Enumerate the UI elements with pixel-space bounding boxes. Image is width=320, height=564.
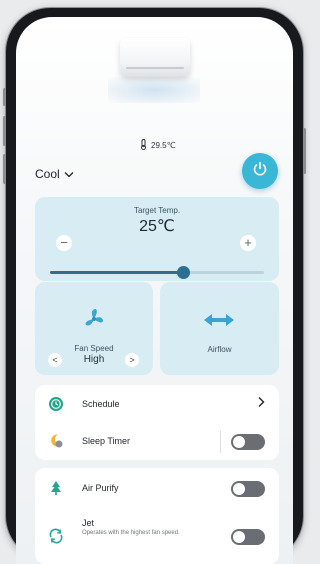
- fan-speed-tile[interactable]: Fan Speed High < >: [35, 282, 153, 375]
- air-purify-icon: [48, 480, 64, 496]
- minus-icon: −: [60, 235, 68, 250]
- jet-label: Jet: [82, 518, 95, 528]
- chevron-down-icon: [64, 167, 74, 181]
- jet-toggle[interactable]: [231, 529, 265, 545]
- jet-description: Operates with the highest fan speed.: [82, 530, 180, 536]
- chevron-left-icon: <: [52, 355, 58, 365]
- increase-temp-button[interactable]: +: [240, 235, 256, 251]
- sleep-timer-label: Sleep Timer: [82, 436, 131, 446]
- side-button-volume-up: [3, 116, 6, 146]
- jet-row: Jet Operates with the highest fan speed.: [35, 512, 279, 562]
- target-temp-value: 25℃: [139, 218, 175, 235]
- schedule-clock-icon: [48, 396, 64, 412]
- schedule-sleep-card: Schedule Sleep Timer: [35, 385, 279, 460]
- side-button-volume-down: [3, 154, 6, 184]
- schedule-row[interactable]: Schedule: [35, 386, 279, 423]
- air-purify-toggle[interactable]: [231, 481, 265, 497]
- current-temperature: 29.5℃: [140, 139, 176, 152]
- divider: [220, 431, 221, 453]
- power-button[interactable]: [242, 153, 278, 189]
- chevron-right-icon: [257, 396, 265, 411]
- mode-label: Cool: [35, 167, 60, 181]
- airflow-tile[interactable]: Airflow: [160, 282, 279, 375]
- current-temperature-value: 29.5℃: [151, 141, 176, 150]
- sleep-timer-toggle[interactable]: [231, 434, 265, 450]
- airflow-arrows-icon: [203, 313, 235, 332]
- target-temp-label: Target Temp.: [133, 206, 181, 215]
- mode-selector[interactable]: Cool: [35, 167, 74, 181]
- fan-speed-next-button[interactable]: >: [125, 353, 139, 367]
- air-purify-row: Air Purify: [35, 470, 279, 507]
- air-purify-label: Air Purify: [82, 483, 119, 493]
- thermometer-icon: [140, 139, 147, 152]
- temp-slider-fill: [50, 271, 183, 274]
- decrease-temp-button[interactable]: −: [56, 235, 72, 251]
- fan-icon: [82, 307, 106, 336]
- sleep-timer-row: Sleep Timer: [35, 423, 279, 460]
- app-screen: 29.5℃ Cool Target Temp. 25℃ − + Fan Spee…: [16, 17, 293, 564]
- schedule-label: Schedule: [82, 399, 120, 409]
- airflow-label: Airflow: [207, 345, 232, 354]
- target-temp-card: Target Temp. 25℃ − +: [35, 197, 279, 281]
- sleep-timer-icon: [48, 433, 64, 449]
- side-button-power: [303, 128, 306, 174]
- fan-speed-prev-button[interactable]: <: [48, 353, 62, 367]
- jet-icon: [48, 528, 64, 544]
- side-button-mute: [3, 88, 6, 106]
- fan-speed-label: Fan Speed: [74, 344, 114, 353]
- plus-icon: +: [244, 235, 252, 250]
- chevron-right-icon: >: [129, 355, 135, 365]
- temp-slider-thumb[interactable]: [176, 266, 190, 279]
- power-icon: [251, 160, 269, 183]
- air-conditioner-image: [120, 38, 190, 76]
- features-card: Air Purify Jet Operates with the highest…: [35, 468, 279, 564]
- airflow-glow: [108, 77, 200, 103]
- temp-slider[interactable]: [50, 266, 264, 279]
